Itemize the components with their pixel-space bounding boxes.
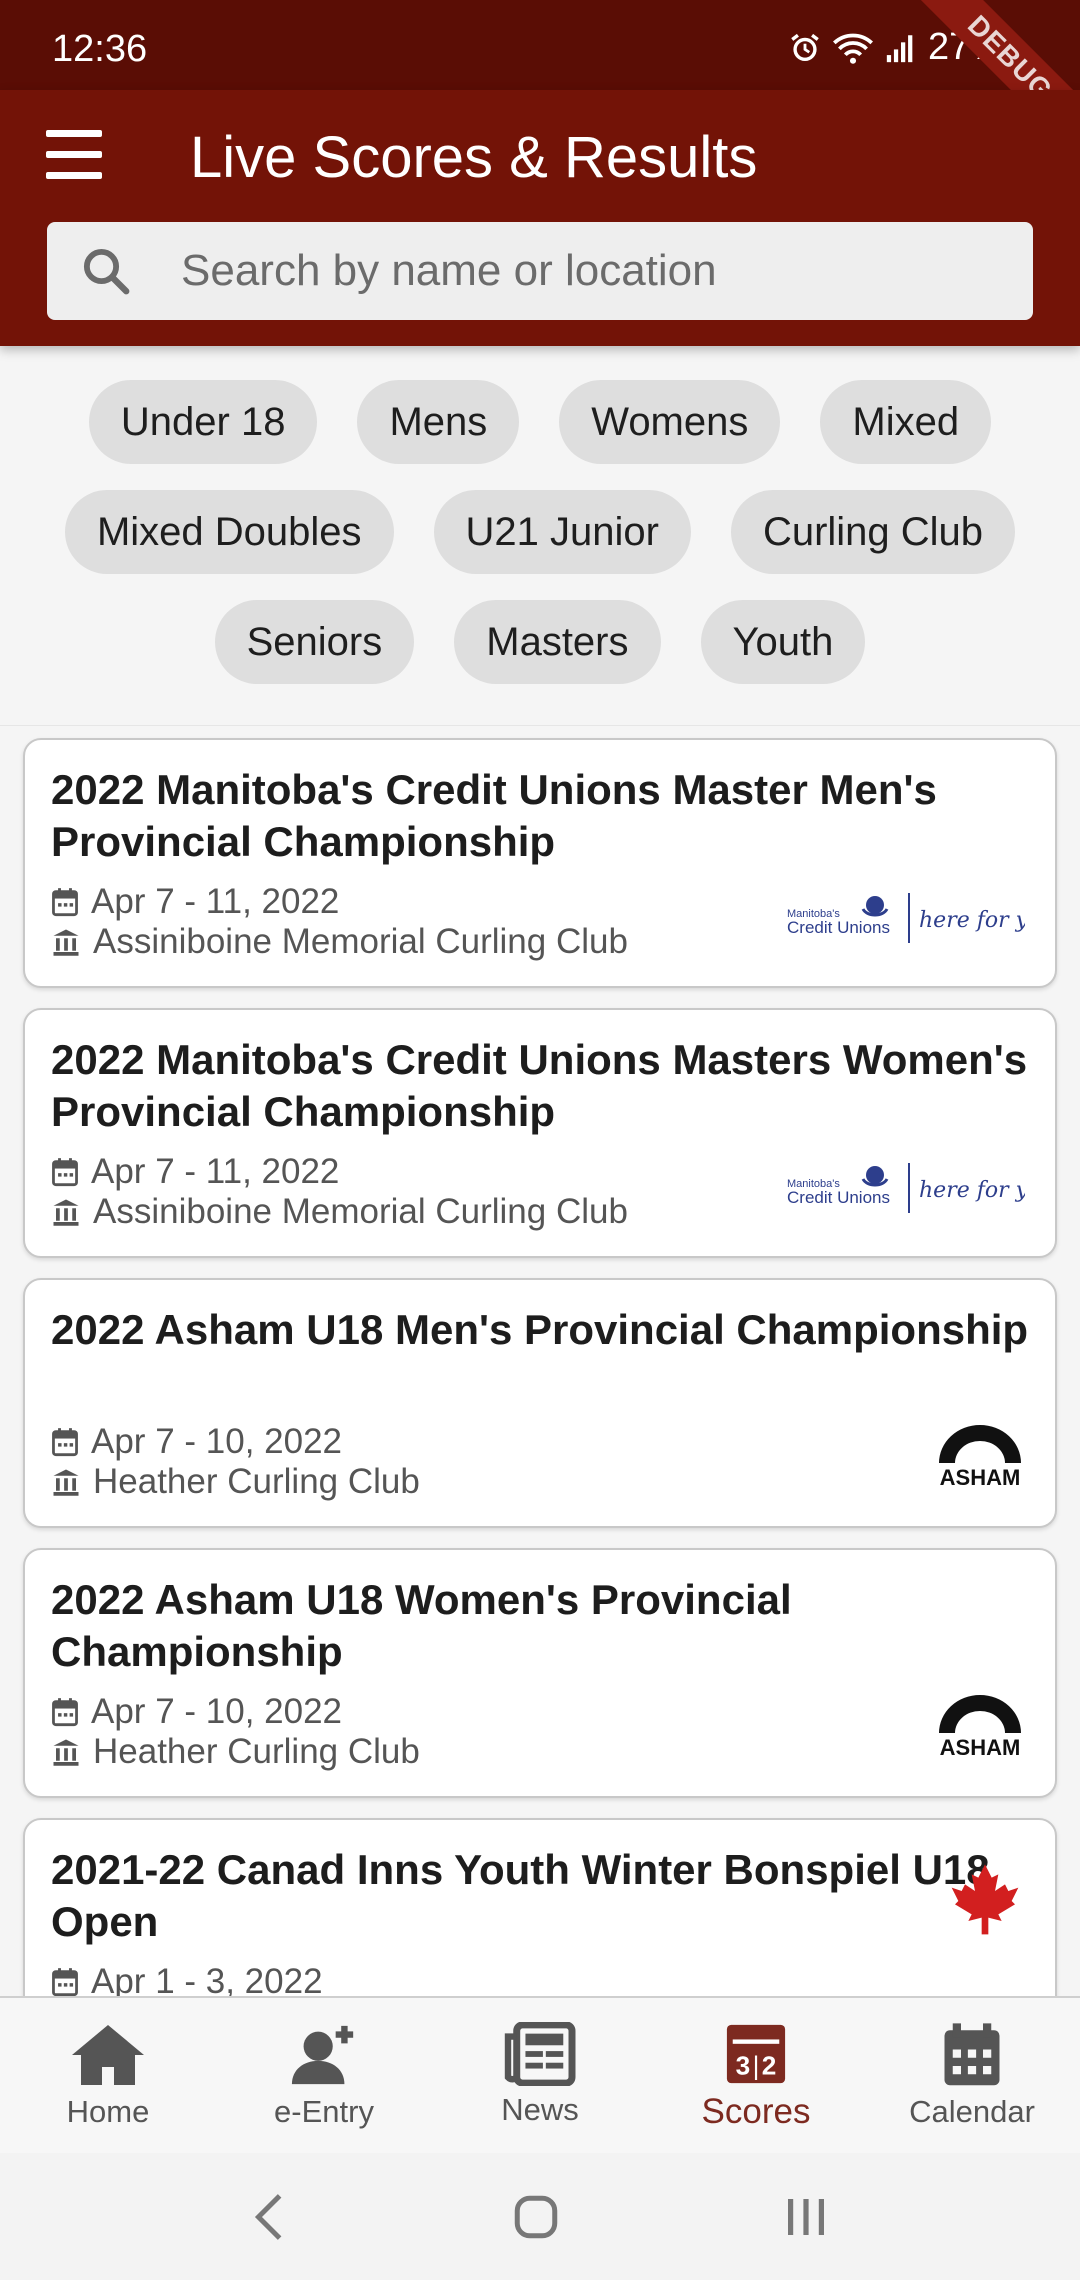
event-meta: Apr 7 - 10, 2022 Heather Curling Club xyxy=(51,1692,420,1772)
search-input[interactable] xyxy=(181,226,1033,316)
event-venue: Heather Curling Club xyxy=(93,1462,420,1501)
building-icon xyxy=(53,1199,79,1226)
chip-mixed-doubles[interactable]: Mixed Doubles xyxy=(64,490,394,574)
scoreboard-icon: 3 | 2 xyxy=(726,2024,786,2084)
event-card[interactable]: 2021-22 Canad Inns Youth Winter Bonspiel… xyxy=(23,1818,1057,1996)
newspaper-icon xyxy=(504,2022,576,2086)
chip-under-18[interactable]: Under 18 xyxy=(88,380,318,464)
event-meta: Apr 1 - 3, 2022 xyxy=(51,1962,323,1996)
event-meta: Apr 7 - 10, 2022 Heather Curling Club xyxy=(51,1422,420,1502)
category-filter-chips: Under 18 Mens Womens Mixed Mixed Doubles… xyxy=(0,380,1080,710)
chip-masters[interactable]: Masters xyxy=(454,600,661,684)
event-meta: Apr 7 - 11, 2022 Assiniboine Memorial Cu… xyxy=(51,1152,628,1232)
event-card[interactable]: 2022 Asham U18 Men's Provincial Champion… xyxy=(23,1278,1057,1528)
chip-mens[interactable]: Mens xyxy=(357,380,520,464)
app-bar: Live Scores & Results xyxy=(0,90,1080,346)
chip-row: Mixed Doubles U21 Junior Curling Club xyxy=(0,490,1080,574)
event-list[interactable]: 2022 Manitoba's Credit Unions Master Men… xyxy=(0,728,1080,1996)
svg-text:|: | xyxy=(753,2050,760,2080)
chip-row: Under 18 Mens Womens Mixed xyxy=(0,380,1080,464)
chip-u21-junior[interactable]: U21 Junior xyxy=(433,490,691,574)
status-time: 12:36 xyxy=(52,28,148,70)
menu-icon[interactable] xyxy=(46,130,102,180)
event-venue: Heather Curling Club xyxy=(93,1732,420,1771)
wifi-icon xyxy=(832,33,873,64)
nav-label: e-Entry xyxy=(274,2094,374,2129)
building-icon xyxy=(53,1469,79,1496)
maple-leaf-logo xyxy=(945,1861,1025,1946)
nav-label: Scores xyxy=(701,2092,811,2131)
event-card[interactable]: 2022 Manitoba's Credit Unions Master Men… xyxy=(23,738,1057,988)
event-title: 2022 Manitoba's Credit Unions Master Men… xyxy=(51,766,937,865)
event-date: Apr 1 - 3, 2022 xyxy=(91,1962,323,1996)
chip-row: Seniors Masters Youth xyxy=(0,600,1080,684)
status-bar: 12:36 27% DEBUG xyxy=(0,0,1080,166)
calendar-small-icon xyxy=(52,888,78,917)
signal-icon xyxy=(886,34,913,62)
nav-label: News xyxy=(501,2092,579,2127)
event-title: 2022 Asham U18 Men's Provincial Champion… xyxy=(51,1306,1029,1353)
credit-unions-logo: Manitoba's Credit Unions here for you xyxy=(785,1157,1055,1224)
chip-curling-club[interactable]: Curling Club xyxy=(730,490,1016,574)
event-meta: Apr 7 - 11, 2022 Assiniboine Memorial Cu… xyxy=(51,882,628,962)
asham-logo: ASHAM xyxy=(935,1423,1025,1494)
event-title: 2021-22 Canad Inns Youth Winter Bonspiel… xyxy=(51,1846,990,1945)
event-date: Apr 7 - 11, 2022 xyxy=(91,882,340,921)
chip-seniors[interactable]: Seniors xyxy=(214,600,415,684)
chip-womens[interactable]: Womens xyxy=(559,380,781,464)
svg-text:here for you: here for you xyxy=(919,1178,1025,1203)
event-date: Apr 7 - 11, 2022 xyxy=(91,1152,340,1191)
nav-home[interactable]: Home xyxy=(0,1998,216,2155)
nav-scores[interactable]: 3 | 2 Scores xyxy=(648,1998,864,2155)
home-circle-icon[interactable] xyxy=(511,2192,561,2242)
building-icon xyxy=(53,1739,79,1766)
nav-label: Calendar xyxy=(909,2094,1035,2129)
home-icon xyxy=(72,2025,144,2085)
svg-text:ASHAM: ASHAM xyxy=(940,1465,1021,1489)
nav-calendar[interactable]: Calendar xyxy=(864,1998,1080,2155)
recents-icon[interactable] xyxy=(782,2195,830,2239)
divider xyxy=(0,725,1080,726)
system-navigation-bar xyxy=(0,2153,1080,2280)
svg-text:here for you: here for you xyxy=(919,908,1025,933)
page-title: Live Scores & Results xyxy=(190,125,758,190)
chip-mixed[interactable]: Mixed xyxy=(820,380,992,464)
back-icon[interactable] xyxy=(250,2192,290,2242)
event-venue: Assiniboine Memorial Curling Club xyxy=(93,922,628,961)
event-date: Apr 7 - 10, 2022 xyxy=(91,1422,342,1461)
asham-logo: ASHAM xyxy=(935,1693,1025,1764)
credit-unions-logo: Manitoba's Credit Unions here for you xyxy=(785,887,1055,954)
calendar-small-icon xyxy=(52,1428,78,1457)
alarm-icon xyxy=(791,33,819,61)
bottom-navigation: Home e-Entry News 3 | 2 Scores Calendar xyxy=(0,1996,1080,2153)
event-date: Apr 7 - 10, 2022 xyxy=(91,1692,342,1731)
event-card[interactable]: 2022 Asham U18 Women's Provincial Champi… xyxy=(23,1548,1057,1798)
search-bar[interactable] xyxy=(47,222,1033,320)
nav-news[interactable]: News xyxy=(432,1998,648,2155)
svg-text:Credit Unions: Credit Unions xyxy=(787,918,890,937)
svg-text:ASHAM: ASHAM xyxy=(940,1735,1021,1759)
calendar-small-icon xyxy=(52,1698,78,1727)
search-icon xyxy=(79,244,139,298)
event-card[interactable]: 2022 Manitoba's Credit Unions Masters Wo… xyxy=(23,1008,1057,1258)
calendar-small-icon xyxy=(52,1158,78,1187)
chip-youth[interactable]: Youth xyxy=(700,600,866,684)
calendar-small-icon xyxy=(52,1968,78,1996)
calendar-icon xyxy=(944,2023,1000,2086)
svg-text:3: 3 xyxy=(736,2050,751,2080)
add-user-icon xyxy=(291,2025,354,2085)
nav-e-entry[interactable]: e-Entry xyxy=(216,1998,432,2155)
svg-text:Credit Unions: Credit Unions xyxy=(787,1188,890,1207)
nav-label: Home xyxy=(66,2094,150,2129)
event-venue: Assiniboine Memorial Curling Club xyxy=(93,1192,628,1231)
building-icon xyxy=(53,929,79,956)
event-title: 2022 Asham U18 Women's Provincial Champi… xyxy=(51,1576,792,1675)
event-title: 2022 Manitoba's Credit Unions Masters Wo… xyxy=(51,1036,1028,1135)
svg-text:2: 2 xyxy=(762,2050,777,2080)
